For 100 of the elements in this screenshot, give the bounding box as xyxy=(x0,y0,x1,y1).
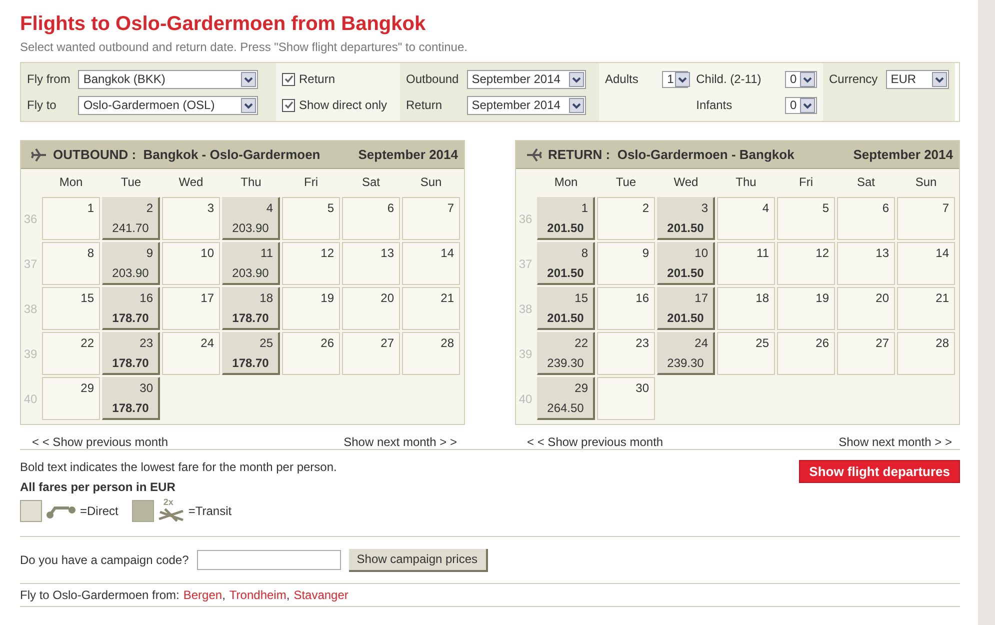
week-number: 39 xyxy=(22,346,38,360)
calendar-month: September 2014 xyxy=(358,147,458,162)
next-month-link[interactable]: Show next month > > xyxy=(838,435,952,449)
calendar-day[interactable]: 27 xyxy=(342,332,400,375)
calendar-day[interactable]: 7 xyxy=(897,197,955,240)
campaign-code-field[interactable] xyxy=(196,550,341,570)
calendar-day[interactable]: 6 xyxy=(837,197,895,240)
calendar-day[interactable]: 18 178.70 xyxy=(222,287,280,330)
calendar-day[interactable]: 17 201.50 xyxy=(657,287,715,330)
day-number: 14 xyxy=(440,246,454,260)
calendar-day[interactable]: 2 241.70 xyxy=(102,197,160,240)
campaign-button[interactable]: Show campaign prices xyxy=(348,548,488,572)
calendar-day[interactable]: 13 xyxy=(342,242,400,285)
calendar-day[interactable]: 28 xyxy=(897,332,955,375)
calendar-day[interactable]: 11 xyxy=(717,242,775,285)
dropdown[interactable]: 0 xyxy=(785,70,817,88)
city-link[interactable]: Trondheim xyxy=(229,588,286,602)
calendar-day[interactable]: 7 xyxy=(402,197,460,240)
day-number: 27 xyxy=(876,336,889,350)
dropdown[interactable]: September 2014 xyxy=(466,96,586,114)
calendar-day[interactable]: 9 xyxy=(597,242,655,285)
calendar-day[interactable]: 30 178.70 xyxy=(102,377,160,420)
scrollbar-track[interactable] xyxy=(978,0,995,625)
calendar-day[interactable]: 24 239.30 xyxy=(657,332,715,375)
calendar-day[interactable]: 13 xyxy=(837,242,895,285)
weekday-label: Mon xyxy=(553,174,579,191)
calendar-day[interactable]: 15 201.50 xyxy=(537,287,595,330)
calendar-day[interactable]: 3 xyxy=(162,197,220,240)
day-number: 8 xyxy=(581,246,588,260)
calendar-day[interactable]: 25 178.70 xyxy=(222,332,280,375)
dropdown[interactable]: 1 xyxy=(662,70,688,88)
calendar-day[interactable]: 15 xyxy=(42,287,100,330)
dropdown[interactable]: Bangkok (BKK) xyxy=(78,70,258,88)
dropdown[interactable]: Oslo-Gardermoen (OSL) xyxy=(78,96,258,114)
calendar-day[interactable]: 12 xyxy=(777,242,835,285)
calendar-day[interactable]: 28 xyxy=(402,332,460,375)
calendar-day[interactable]: 20 xyxy=(837,287,895,330)
calendar-day[interactable]: 4 203.90 xyxy=(222,197,280,240)
calendar-day[interactable]: 22 xyxy=(42,332,100,375)
calendar-day[interactable]: 19 xyxy=(282,287,340,330)
calendar-day[interactable]: 4 xyxy=(717,197,775,240)
calendar-day[interactable]: 1 201.50 xyxy=(537,197,595,240)
calendar-day[interactable]: 25 xyxy=(717,332,775,375)
city-link[interactable]: Stavanger xyxy=(294,588,348,602)
calendar-day[interactable]: 23 xyxy=(597,332,655,375)
field-label: Currency xyxy=(829,72,878,86)
dropdown[interactable]: 0 xyxy=(785,96,817,114)
day-number: 29 xyxy=(80,381,94,395)
calendar-day[interactable]: 10 xyxy=(162,242,220,285)
day-number: 8 xyxy=(87,246,94,260)
calendar-day[interactable]: 16 178.70 xyxy=(102,287,160,330)
calendar-day[interactable]: 6 xyxy=(342,197,400,240)
calendar-day[interactable]: 14 xyxy=(897,242,955,285)
calendar-day[interactable]: 1 xyxy=(42,197,100,240)
dropdown[interactable]: September 2014 xyxy=(466,70,586,88)
day-number: 13 xyxy=(876,246,889,260)
day-number: 11 xyxy=(756,246,769,260)
day-number: 27 xyxy=(380,336,394,350)
calendar-day[interactable]: 3 201.50 xyxy=(657,197,715,240)
fare-price: 239.30 xyxy=(666,356,705,370)
calendar-day[interactable]: 27 xyxy=(837,332,895,375)
calendar-day[interactable]: 21 xyxy=(897,287,955,330)
day-number: 15 xyxy=(80,291,94,305)
calendar-day[interactable]: 16 xyxy=(597,287,655,330)
calendar-day[interactable]: 22 239.30 xyxy=(537,332,595,375)
calendar-day[interactable]: 24 xyxy=(162,332,220,375)
calendar-day[interactable]: 26 xyxy=(777,332,835,375)
calendar-day[interactable]: 11 203.90 xyxy=(222,242,280,285)
calendar-day[interactable]: 21 xyxy=(402,287,460,330)
calendar-day[interactable]: 19 xyxy=(777,287,835,330)
next-month-link[interactable]: Show next month > > xyxy=(344,435,457,449)
calendar-day[interactable]: 29 xyxy=(42,377,100,420)
show-departures-button[interactable]: Show flight departures xyxy=(799,460,960,483)
calendar-day[interactable]: 14 xyxy=(402,242,460,285)
day-number: 14 xyxy=(936,246,949,260)
calendar-day[interactable]: 2 xyxy=(597,197,655,240)
calendar-day[interactable]: 20 xyxy=(342,287,400,330)
calendar-day[interactable]: 17 xyxy=(162,287,220,330)
previous-month-link[interactable]: < < Show previous month xyxy=(527,435,664,449)
calendar-day[interactable]: 10 201.50 xyxy=(657,242,715,285)
calendar-day[interactable]: 5 xyxy=(777,197,835,240)
fare-price: 178.70 xyxy=(111,311,150,325)
dropdown[interactable]: EUR xyxy=(886,70,949,88)
calendar-day[interactable]: 26 xyxy=(282,332,340,375)
calendar-day[interactable]: 30 xyxy=(597,377,655,420)
caret-icon xyxy=(800,72,815,86)
fare-price: 178.70 xyxy=(231,311,270,325)
calendar-day[interactable]: 8 xyxy=(42,242,100,285)
calendar-day[interactable]: 18 xyxy=(717,287,775,330)
checkbox[interactable] xyxy=(282,98,295,112)
calendar-day[interactable]: 9 203.90 xyxy=(102,242,160,285)
calendar-day[interactable]: 8 201.50 xyxy=(537,242,595,285)
calendar-day[interactable]: 5 xyxy=(282,197,340,240)
day-number: 11 xyxy=(260,246,273,260)
checkbox[interactable] xyxy=(282,72,295,86)
calendar-day[interactable]: 12 xyxy=(282,242,340,285)
calendar-day[interactable]: 23 178.70 xyxy=(102,332,160,375)
calendar-day[interactable]: 29 264.50 xyxy=(537,377,595,420)
previous-month-link[interactable]: < < Show previous month xyxy=(32,435,168,449)
city-link[interactable]: Bergen xyxy=(183,588,222,602)
